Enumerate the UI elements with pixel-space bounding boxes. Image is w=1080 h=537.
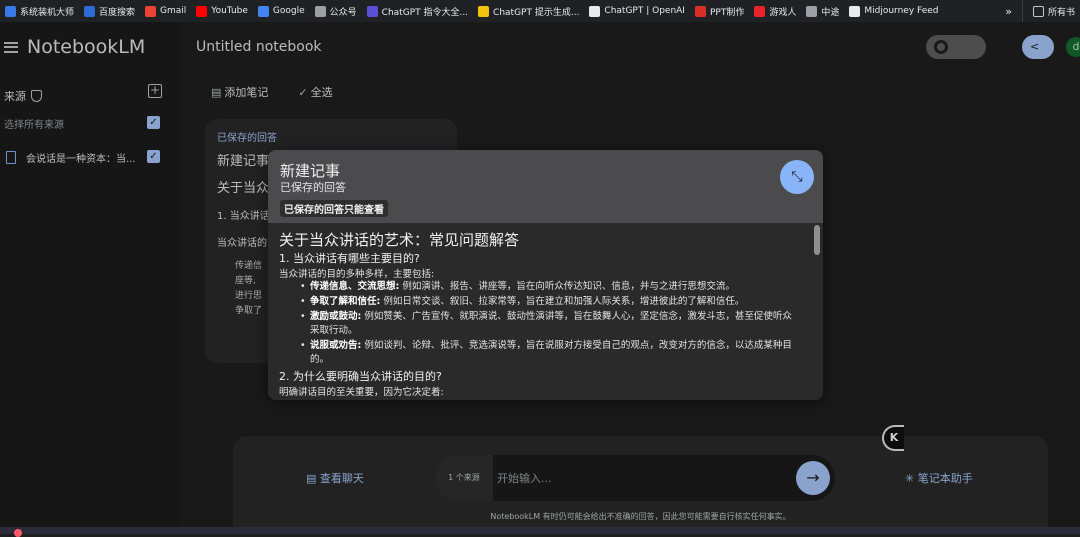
- bookmark-favicon-icon: [806, 5, 818, 17]
- folder-icon: [1032, 5, 1044, 17]
- bookmark-label: 公众号: [329, 7, 357, 18]
- list-item-text: 例如赞美、广告宣传、就职演说、鼓动性演讲等，旨在鼓舞人心，坚定信念，激发斗志，甚…: [310, 311, 792, 336]
- content-heading: 关于当众讲话的艺术：常见问题解答: [279, 231, 520, 249]
- bookmark-item[interactable]: Midjourney Feed: [844, 0, 943, 22]
- bookmark-item[interactable]: Google: [253, 0, 310, 22]
- bookmark-item[interactable]: 游戏人: [749, 0, 801, 22]
- bookmark-favicon-icon: [257, 5, 269, 17]
- bookmark-favicon-icon: [196, 5, 208, 17]
- bookmark-label: Gmail: [160, 6, 187, 16]
- bookmark-label: YouTube: [211, 6, 248, 16]
- list-item-term: 争取了解和信任:: [310, 296, 381, 307]
- note-modal: 新建记事 已保存的回答 已保存的回答只能查看 ⤡ 关于当众讲话的艺术：常见问题解…: [268, 150, 823, 400]
- list-item-text: 例如谈判、论辩、批评、竞选演说等，旨在说服对方接受自己的观点，改变对方的信念，以…: [310, 340, 792, 365]
- bookmark-favicon-icon: [5, 5, 16, 17]
- bookmark-item[interactable]: 百度搜索: [79, 0, 140, 22]
- bookmark-favicon-icon: [849, 5, 861, 17]
- scrollbar-thumb[interactable]: [814, 225, 820, 255]
- list-item: 传递信息、交流思想: 例如演讲、报告、讲座等，旨在向听众传达知识、信息，并与之进…: [300, 280, 800, 294]
- collapse-icon: ⤡: [791, 169, 803, 185]
- bookmark-label: PPT制作: [709, 7, 745, 18]
- modal-content[interactable]: 关于当众讲话的艺术：常见问题解答 1. 当众讲话有哪些主要目的? 当众讲话的目的…: [268, 223, 823, 400]
- bookmark-item[interactable]: 中途: [801, 0, 844, 22]
- list-item-term: 传递信息、交流思想:: [310, 281, 400, 292]
- question-heading: 2. 为什么要明确当众讲话的目的?: [279, 370, 442, 383]
- modal-title: 新建记事: [280, 162, 341, 180]
- modal-header: 新建记事 已保存的回答 已保存的回答只能查看 ⤡: [268, 150, 823, 223]
- bookmark-label: 游戏人: [769, 7, 797, 18]
- bookmark-item[interactable]: ChatGPT 指令大全...: [362, 0, 473, 22]
- bookmark-item[interactable]: PPT制作: [690, 0, 749, 22]
- view-only-badge: 已保存的回答只能查看: [280, 200, 388, 217]
- bookmark-label: ChatGPT 指令大全...: [381, 7, 469, 18]
- bookmark-favicon-icon: [589, 5, 601, 17]
- list-item-text: 例如日常交谈、叙旧、拉家常等，旨在建立和加强人际关系，增进彼此的了解和信任。: [383, 296, 745, 307]
- bookmark-favicon-icon: [754, 5, 766, 17]
- list-item: 激励或鼓动: 例如赞美、广告宣传、就职演说、鼓动性演讲等，旨在鼓舞人心，坚定信念…: [300, 310, 800, 338]
- bookmark-label: ChatGPT | OpenAI: [604, 6, 685, 16]
- bookmark-item[interactable]: YouTube: [191, 0, 253, 22]
- bookmarks-bar: 系统装机大师 百度搜索 Gmail YouTube Google 公众号 ChatGPT 指…: [0, 0, 1080, 22]
- bookmark-label: 中途: [821, 7, 840, 18]
- list-item: 争取了解和信任: 例如日常交谈、叙旧、拉家常等，旨在建立和加强人际关系，增进彼此…: [300, 295, 800, 309]
- bookmark-favicon-icon: [84, 5, 96, 17]
- bookmark-label: ChatGPT 提示生成...: [493, 7, 580, 18]
- list-item: 说服或劝告: 例如谈判、论辩、批评、竞选演说等，旨在说服对方接受自己的观点，改变…: [300, 339, 800, 367]
- bookmark-label: Midjourney Feed: [864, 6, 939, 16]
- bookmark-item[interactable]: Gmail: [140, 0, 191, 22]
- bookmark-favicon-icon: [478, 5, 490, 17]
- all-bookmarks-folder[interactable]: 所有书: [1021, 0, 1080, 22]
- question-heading: 1. 当众讲话有哪些主要目的?: [279, 252, 420, 265]
- list-item-text: 例如演讲、报告、讲座等，旨在向听众传达知识、信息，并与之进行思想交流。: [402, 281, 735, 292]
- paragraph: 当众讲话的目的多种多样，主要包括:: [279, 269, 435, 280]
- folder-label: 所有书: [1047, 7, 1075, 18]
- bookmark-favicon-icon: [694, 5, 706, 17]
- bookmark-favicon-icon: [314, 5, 326, 17]
- bookmark-label: Google: [272, 6, 305, 16]
- bookmark-item[interactable]: 系统装机大师: [0, 0, 79, 22]
- bookmark-item[interactable]: ChatGPT 提示生成...: [473, 0, 584, 22]
- bookmark-favicon-icon: [366, 5, 378, 17]
- taskbar: [0, 527, 1080, 537]
- bookmarks-overflow-button[interactable]: »: [995, 0, 1022, 22]
- list-item-term: 说服或劝告:: [310, 340, 362, 351]
- collapse-button[interactable]: ⤡: [780, 160, 814, 194]
- bookmark-label: 系统装机大师: [20, 7, 75, 18]
- bookmark-item[interactable]: 公众号: [310, 0, 362, 22]
- paragraph: 明确讲话目的至关重要，因为它决定着:: [279, 387, 444, 398]
- bookmark-item[interactable]: ChatGPT | OpenAI: [584, 0, 690, 22]
- app-icon[interactable]: [14, 529, 22, 537]
- bookmark-favicon-icon: [145, 5, 157, 17]
- modal-subtitle: 已保存的回答: [280, 181, 346, 194]
- list-item-term: 激励或鼓动:: [310, 311, 362, 322]
- bookmark-label: 百度搜索: [99, 7, 136, 18]
